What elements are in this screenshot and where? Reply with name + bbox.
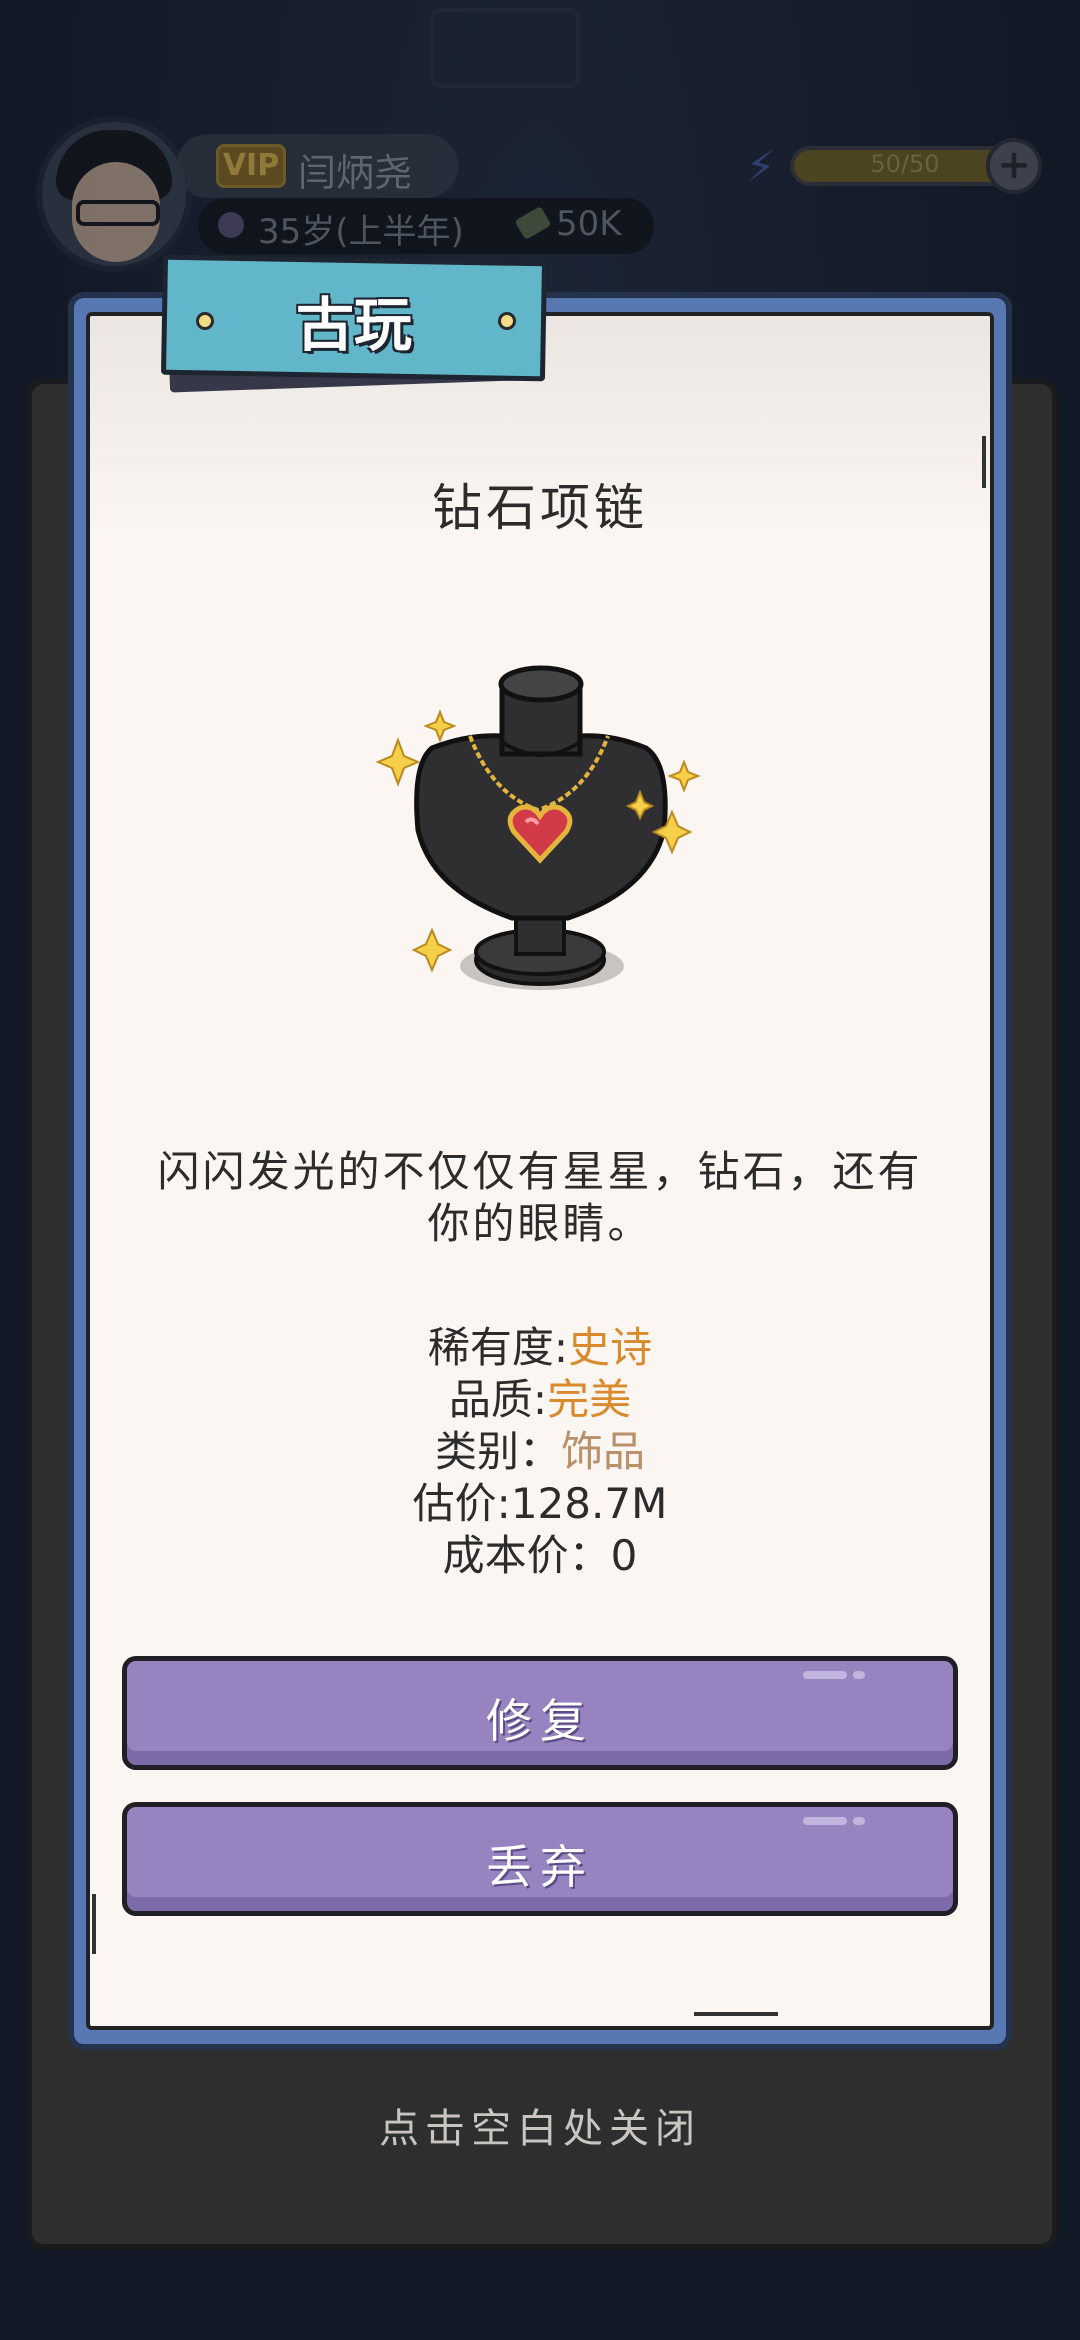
game-screen: VIP 闫炳尧 35岁(上半年) 50K ⚡ 50/50 + 古玩 钻石项链 闪…: [0, 0, 1080, 2340]
category-label: 类别：: [434, 1427, 561, 1476]
quality-row: 品质:完美: [86, 1374, 994, 1426]
cost-row: 成本价：0: [86, 1530, 994, 1582]
close-hint[interactable]: 点击空白处关闭: [0, 2096, 1080, 2154]
rarity-label: 稀有度:: [427, 1323, 569, 1372]
repair-button[interactable]: 修复: [122, 1656, 958, 1770]
rarity-row: 稀有度:史诗: [86, 1322, 994, 1374]
cost-value: 0: [610, 1531, 638, 1580]
category-value: 饰品: [561, 1427, 646, 1476]
player-name: 闫炳尧: [298, 151, 413, 195]
estimate-value: 128.7M: [510, 1479, 668, 1528]
diamond-necklace-image: [375, 665, 701, 990]
item-description: 闪闪发光的不仅仅有星星，钻石，还有你的眼睛。: [157, 1147, 923, 1248]
category-row: 类别：饰品: [86, 1426, 994, 1478]
player-age: 35岁(上半年): [258, 212, 464, 252]
item-stats: 稀有度:史诗 品质:完美 类别：饰品 估价:128.7M 成本价：0: [86, 1322, 994, 1582]
discard-button[interactable]: 丢弃: [122, 1802, 958, 1916]
paper-edge-mark: [92, 1894, 96, 1954]
add-energy-button[interactable]: +: [986, 138, 1042, 194]
estimate-label: 估价:: [412, 1479, 511, 1528]
clock-icon: [218, 212, 244, 238]
item-name: 钻石项链: [432, 479, 648, 537]
tag-title: 古玩: [295, 291, 412, 359]
rarity-value: 史诗: [568, 1323, 653, 1372]
quality-value: 完美: [547, 1375, 632, 1424]
quality-label: 品质:: [448, 1375, 548, 1424]
player-cash: 50K: [556, 204, 622, 244]
book-decoration: [430, 8, 580, 88]
cost-label: 成本价：: [442, 1531, 611, 1580]
estimate-row: 估价:128.7M: [86, 1478, 994, 1530]
player-avatar[interactable]: [36, 116, 192, 272]
repair-button-label: 修复: [486, 1694, 594, 1748]
paper-edge-mark: [694, 2012, 778, 2016]
vip-badge[interactable]: VIP: [216, 144, 286, 188]
lightning-icon: ⚡: [746, 142, 776, 191]
discard-button-label: 丢弃: [486, 1840, 594, 1894]
